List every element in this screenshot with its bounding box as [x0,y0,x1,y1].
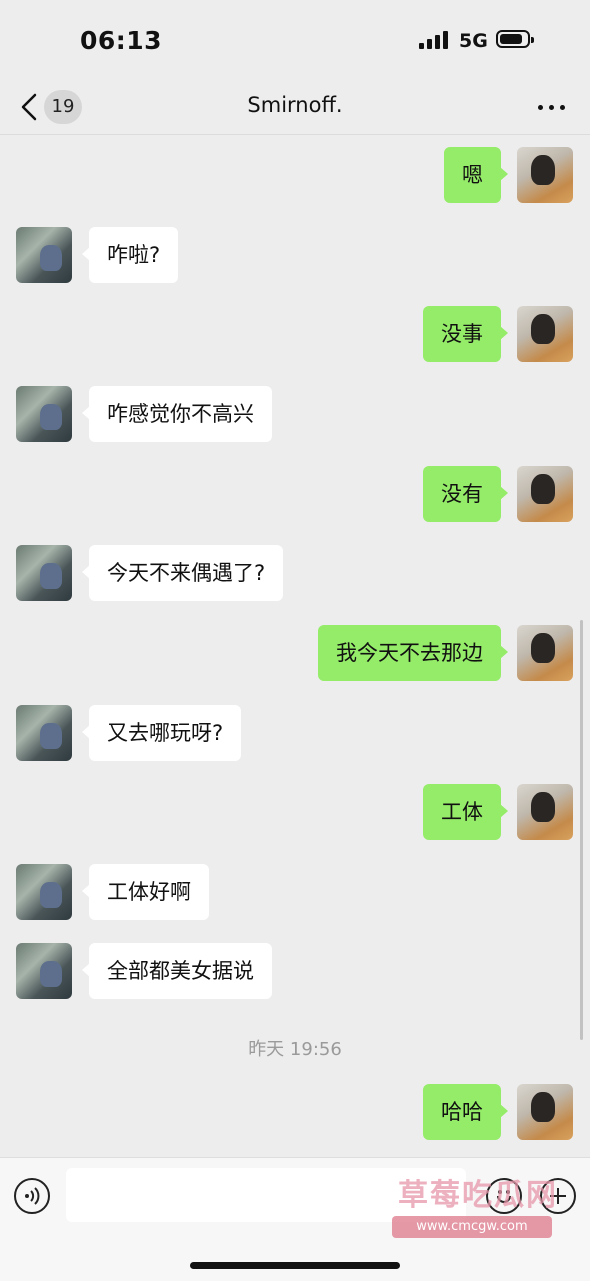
friend-avatar[interactable] [16,864,72,920]
battery-icon [496,30,534,48]
message-row: 咋感觉你不高兴 [0,386,590,446]
scrollbar[interactable] [580,620,583,1040]
clock: 06:13 [80,26,163,55]
message-row: 哈哈 [0,1084,590,1144]
signal-icon [419,31,449,49]
self-avatar[interactable] [517,784,573,840]
message-row: 我今天不去那边 [0,625,590,685]
back-button[interactable]: 19 [14,84,94,130]
incoming-bubble[interactable]: 工体好啊 [82,864,209,920]
message-input[interactable] [66,1168,466,1222]
message-row: 工体 [0,784,590,844]
message-row: 全部都美女据说 [0,943,590,1003]
outgoing-bubble[interactable]: 工体 [423,784,508,840]
message-row: 工体好啊 [0,864,590,924]
message-row: 今天不来偶遇了? [0,545,590,605]
plus-button[interactable] [540,1178,576,1214]
self-avatar[interactable] [517,306,573,362]
outgoing-bubble[interactable]: 哈哈 [423,1084,508,1140]
self-avatar[interactable] [517,1084,573,1140]
incoming-bubble[interactable]: 今天不来偶遇了? [81,545,284,601]
outgoing-bubble[interactable]: 没事 [423,306,508,362]
voice-icon [25,1187,40,1205]
self-avatar[interactable] [517,466,573,522]
self-avatar[interactable] [517,147,573,203]
incoming-bubble[interactable]: 咋啦? [81,227,179,283]
chat-header: Smirnoff. 19 [0,80,590,135]
outgoing-bubble[interactable]: 没有 [423,466,508,522]
chevron-left-icon [21,93,37,121]
emoji-button[interactable] [486,1178,522,1214]
friend-avatar[interactable] [16,227,72,283]
incoming-bubble[interactable]: 咋感觉你不高兴 [82,386,272,442]
network-type: 5G [459,30,488,52]
more-options-button[interactable] [528,86,576,126]
battery-fill [500,34,522,44]
message-row: 没事 [0,306,590,366]
message-list[interactable]: 嗯 咋啦? 没事 咋感觉你不高兴 没有 今天不来偶遇了? 我今天不去那边 又去哪… [0,135,590,1157]
outgoing-bubble[interactable]: 嗯 [444,147,508,203]
status-bar: 06:13 5G [0,0,590,80]
message-row: 嗯 [0,147,590,207]
home-indicator[interactable] [190,1262,400,1269]
incoming-bubble[interactable]: 全部都美女据说 [82,943,272,999]
message-row: 咋啦? [0,227,590,287]
friend-avatar[interactable] [16,386,72,442]
friend-avatar[interactable] [16,545,72,601]
voice-button[interactable] [14,1178,50,1214]
message-row: 又去哪玩呀? [0,705,590,765]
message-row: 没有 [0,466,590,526]
incoming-bubble[interactable]: 又去哪玩呀? [81,705,242,761]
message-timestamp: 昨天 19:56 [248,1039,342,1060]
outgoing-bubble[interactable]: 我今天不去那边 [318,625,508,681]
friend-avatar[interactable] [16,705,72,761]
unread-count-badge: 19 [44,90,82,124]
friend-avatar[interactable] [16,943,72,999]
self-avatar[interactable] [517,625,573,681]
